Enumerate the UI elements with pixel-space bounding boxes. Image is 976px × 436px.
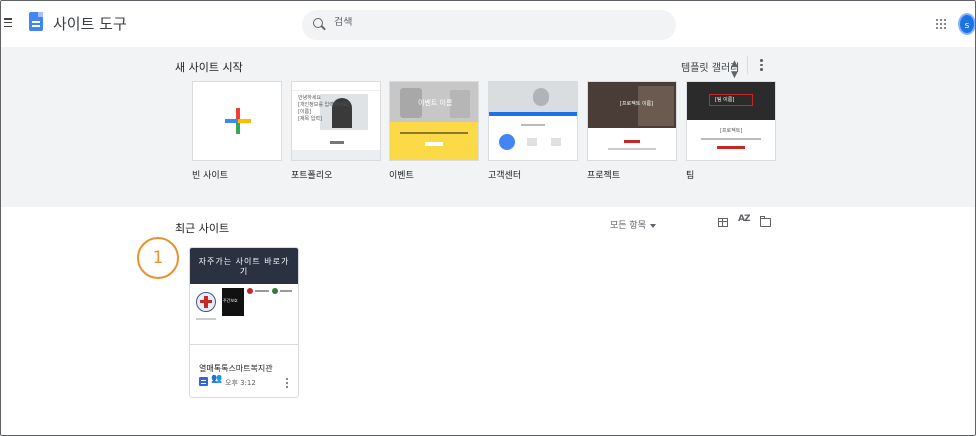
site-name[interactable]: 열매톡톡스마트복지관 — [199, 363, 273, 374]
shared-people-icon: 👥 — [211, 374, 223, 384]
search-icon[interactable] — [313, 18, 323, 28]
emblem-icon — [196, 292, 216, 312]
section-title: 새 사이트 시작 — [175, 61, 243, 74]
site-card[interactable]: 자주가는 사이트 바로가기 주간보호 열매톡톡스마트복지관 👥 오후 3:12 — [189, 247, 299, 398]
callout-marker: 1 — [137, 237, 179, 279]
site-thumbnail[interactable]: 자주가는 사이트 바로가기 주간보호 — [190, 248, 298, 344]
top-bar: 사이트 도구 s — [1, 1, 975, 47]
template-blank[interactable] — [192, 81, 282, 161]
search-input[interactable] — [334, 17, 654, 28]
new-site-section: 새 사이트 시작 템플릿 갤러리 ▲ ▼ 빈 사이트 안녕하세요 [개인정보를 입… — [1, 47, 975, 207]
more-options-icon[interactable] — [286, 378, 289, 390]
site-hero-text: 자주가는 사이트 바로가기 — [198, 257, 290, 276]
folder-icon[interactable] — [759, 216, 771, 227]
main-menu-icon[interactable] — [4, 18, 12, 28]
dropdown-caret-icon — [649, 223, 656, 228]
unfold-chevron-icon[interactable]: ▲ ▼ — [731, 59, 738, 81]
template-portfolio[interactable]: 안녕하세요 [개인정보를 입력하세요] [이름] [제목 입력] — [291, 81, 381, 161]
modified-time: 오후 3:12 — [225, 379, 256, 387]
recent-sites-title: 최근 사이트 — [175, 222, 230, 235]
search-bar[interactable] — [302, 10, 676, 40]
app-title[interactable]: 사이트 도구 — [53, 13, 127, 34]
template-project[interactable]: [프로젝트 이름] — [587, 81, 677, 161]
template-event[interactable]: 이벤트 이름 — [389, 81, 479, 161]
list-view-icon[interactable] — [718, 218, 728, 227]
sites-file-icon — [199, 377, 208, 386]
sort-az-icon[interactable]: AZ — [738, 214, 750, 224]
more-options-icon[interactable] — [760, 59, 763, 73]
template-help-center[interactable] — [488, 81, 578, 161]
template-label[interactable]: 고객센터 — [488, 168, 521, 181]
divider — [747, 56, 748, 74]
template-team[interactable]: [팀 이름] [프로젝트] — [686, 81, 776, 161]
template-label[interactable]: 이벤트 — [389, 168, 414, 181]
template-label[interactable]: 팀 — [686, 168, 694, 181]
owner-filter-dropdown[interactable]: 모든 항목 — [610, 218, 656, 231]
template-label[interactable]: 빈 사이트 — [192, 168, 228, 181]
template-label[interactable]: 포트폴리오 — [291, 168, 332, 181]
sites-logo-icon[interactable] — [29, 12, 43, 31]
app-window: 사이트 도구 s 새 사이트 시작 템플릿 갤러리 ▲▼ 빈 사이트 — [0, 0, 976, 436]
account-avatar[interactable]: s — [958, 13, 975, 35]
apps-grid-icon[interactable] — [936, 19, 947, 30]
template-label[interactable]: 프로젝트 — [587, 168, 620, 181]
